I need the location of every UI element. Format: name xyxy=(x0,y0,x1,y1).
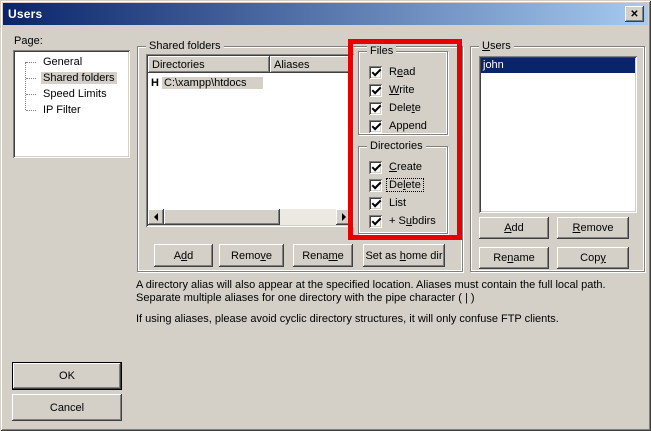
set-as-home-dir-button[interactable]: Set as home dir xyxy=(363,244,445,267)
users-group-label: Users xyxy=(479,40,514,52)
window-title: Users xyxy=(8,7,42,21)
user-remove-button[interactable]: Remove xyxy=(557,217,629,239)
directories-permissions-group: Directories Create Delete List + Subdirs xyxy=(358,146,448,234)
listview-header: Directories Aliases xyxy=(148,56,352,73)
horizontal-scrollbar[interactable] xyxy=(148,209,352,225)
shared-remove-button[interactable]: Remove xyxy=(219,244,284,267)
checkbox-append[interactable]: Append xyxy=(369,119,429,133)
users-list[interactable]: john xyxy=(479,56,637,213)
user-copy-button[interactable]: Copy xyxy=(557,247,629,269)
checkbox-file-delete[interactable]: Delete xyxy=(369,101,423,115)
checkbox-read[interactable]: Read xyxy=(369,65,417,79)
file-delete-checkbox-icon[interactable] xyxy=(369,102,382,115)
list-item-user[interactable]: john xyxy=(481,58,635,73)
ok-button[interactable]: OK xyxy=(12,362,122,390)
checkbox-list[interactable]: List xyxy=(369,196,408,210)
column-header-aliases[interactable]: Aliases xyxy=(270,56,352,73)
scroll-right-icon xyxy=(342,213,346,221)
column-header-directories[interactable]: Directories xyxy=(148,56,270,73)
shared-folders-group: Shared folders Directories Aliases H C:\… xyxy=(137,46,463,272)
checkbox-create[interactable]: Create xyxy=(369,160,424,174)
scroll-left-icon xyxy=(154,213,158,221)
shared-rename-button[interactable]: Rename xyxy=(293,244,353,267)
users-group: Users john Add Remove Rename Copy xyxy=(470,46,645,272)
table-row[interactable]: H C:\xampp\htdocs xyxy=(148,75,352,90)
files-group-label: Files xyxy=(367,45,396,57)
checkbox-subdirs[interactable]: + Subdirs xyxy=(369,214,438,228)
list-checkbox-icon[interactable] xyxy=(369,197,382,210)
shared-folders-listview[interactable]: Directories Aliases H C:\xampp\htdocs xyxy=(146,54,354,227)
scroll-left-button[interactable] xyxy=(148,209,164,225)
directory-cell: C:\xampp\htdocs xyxy=(162,77,263,89)
subdirs-checkbox-icon[interactable] xyxy=(369,215,382,228)
close-icon: ✕ xyxy=(630,9,638,20)
scrollbar-thumb[interactable] xyxy=(164,209,280,225)
users-dialog: Users ✕ Page: General Shared folders Spe… xyxy=(0,0,651,431)
scroll-right-button[interactable] xyxy=(336,209,352,225)
directories-group-label: Directories xyxy=(367,140,426,152)
page-list[interactable]: General Shared folders Speed Limits IP F… xyxy=(13,50,130,158)
alias-help-paragraph-2: If using aliases, please avoid cyclic di… xyxy=(136,313,643,326)
append-checkbox-icon[interactable] xyxy=(369,120,382,133)
scrollbar-track[interactable] xyxy=(280,209,336,225)
cancel-button[interactable]: Cancel xyxy=(12,394,122,421)
read-checkbox-icon[interactable] xyxy=(369,66,382,79)
tree-item-shared-folders[interactable]: Shared folders xyxy=(15,70,128,86)
alias-help-paragraph-1: A directory alias will also appear at th… xyxy=(136,279,643,305)
titlebar[interactable]: Users ✕ xyxy=(3,3,648,25)
files-permissions-group: Files Read Write Delete Append xyxy=(358,51,448,135)
checkbox-write[interactable]: Write xyxy=(369,83,416,97)
checkbox-dir-delete[interactable]: Delete xyxy=(369,178,423,192)
home-dir-marker: H xyxy=(148,77,162,89)
tree-item-ip-filter[interactable]: IP Filter xyxy=(15,102,128,118)
tree-item-general[interactable]: General xyxy=(15,54,128,70)
dir-delete-checkbox-icon[interactable] xyxy=(369,179,382,192)
page-tree: General Shared folders Speed Limits IP F… xyxy=(15,54,128,118)
user-add-button[interactable]: Add xyxy=(479,217,549,239)
create-checkbox-icon[interactable] xyxy=(369,161,382,174)
shared-add-button[interactable]: Add xyxy=(154,244,213,267)
tree-item-speed-limits[interactable]: Speed Limits xyxy=(15,86,128,102)
shared-folders-group-label: Shared folders xyxy=(146,40,224,52)
alias-help-text: A directory alias will also appear at th… xyxy=(136,279,643,326)
close-button[interactable]: ✕ xyxy=(625,6,644,22)
write-checkbox-icon[interactable] xyxy=(369,84,382,97)
listview-body: H C:\xampp\htdocs xyxy=(148,73,352,209)
user-rename-button[interactable]: Rename xyxy=(479,247,549,269)
page-label: Page: xyxy=(14,35,43,47)
